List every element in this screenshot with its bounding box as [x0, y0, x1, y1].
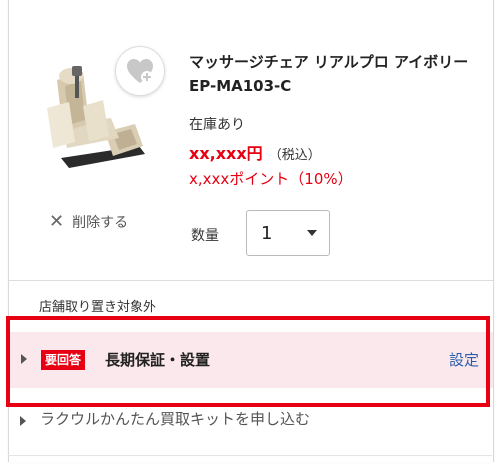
caret-right-icon	[21, 354, 27, 364]
price: xx,xxx円 （税込）	[189, 140, 321, 164]
chevron-down-icon	[307, 230, 317, 236]
price-value: xx,xxx円	[189, 144, 263, 163]
warranty-option-row[interactable]: 要回答 長期保証・設置 設定	[9, 332, 493, 388]
quantity-select[interactable]: 1	[246, 210, 330, 256]
close-icon: ✕	[49, 211, 65, 232]
quantity-value: 1	[261, 222, 273, 244]
points-earned: x,xxxポイント（10%）	[189, 170, 353, 188]
tax-note: （税込）	[268, 148, 321, 163]
caret-right-icon	[20, 416, 26, 426]
delete-label: 削除する	[72, 215, 129, 231]
warranty-settings-link[interactable]: 設定	[449, 350, 479, 370]
cart-item-card: ✕ 削除する マッサージチェア リアルプロ アイボリー EP-MA103-C 在…	[8, 0, 494, 462]
quantity-label: 数量	[191, 228, 219, 244]
divider	[8, 455, 492, 456]
buyback-kit-row[interactable]: ラクウルかんたん買取キットを申し込む	[8, 408, 492, 438]
stock-status: 在庫あり	[189, 117, 245, 133]
required-badge: 要回答	[41, 350, 86, 370]
product-title[interactable]: マッサージチェア リアルプロ アイボリー EP-MA103-C	[189, 50, 489, 98]
divider	[9, 280, 493, 281]
warranty-title: 長期保証・設置	[105, 351, 211, 369]
delete-button[interactable]: ✕ 削除する	[49, 212, 128, 232]
add-favorite-button[interactable]	[115, 46, 165, 96]
heart-plus-icon	[127, 59, 153, 83]
buyback-kit-label: ラクウルかんたん買取キットを申し込む	[40, 410, 311, 428]
pickup-note: 店舗取り置き対象外	[39, 300, 157, 315]
